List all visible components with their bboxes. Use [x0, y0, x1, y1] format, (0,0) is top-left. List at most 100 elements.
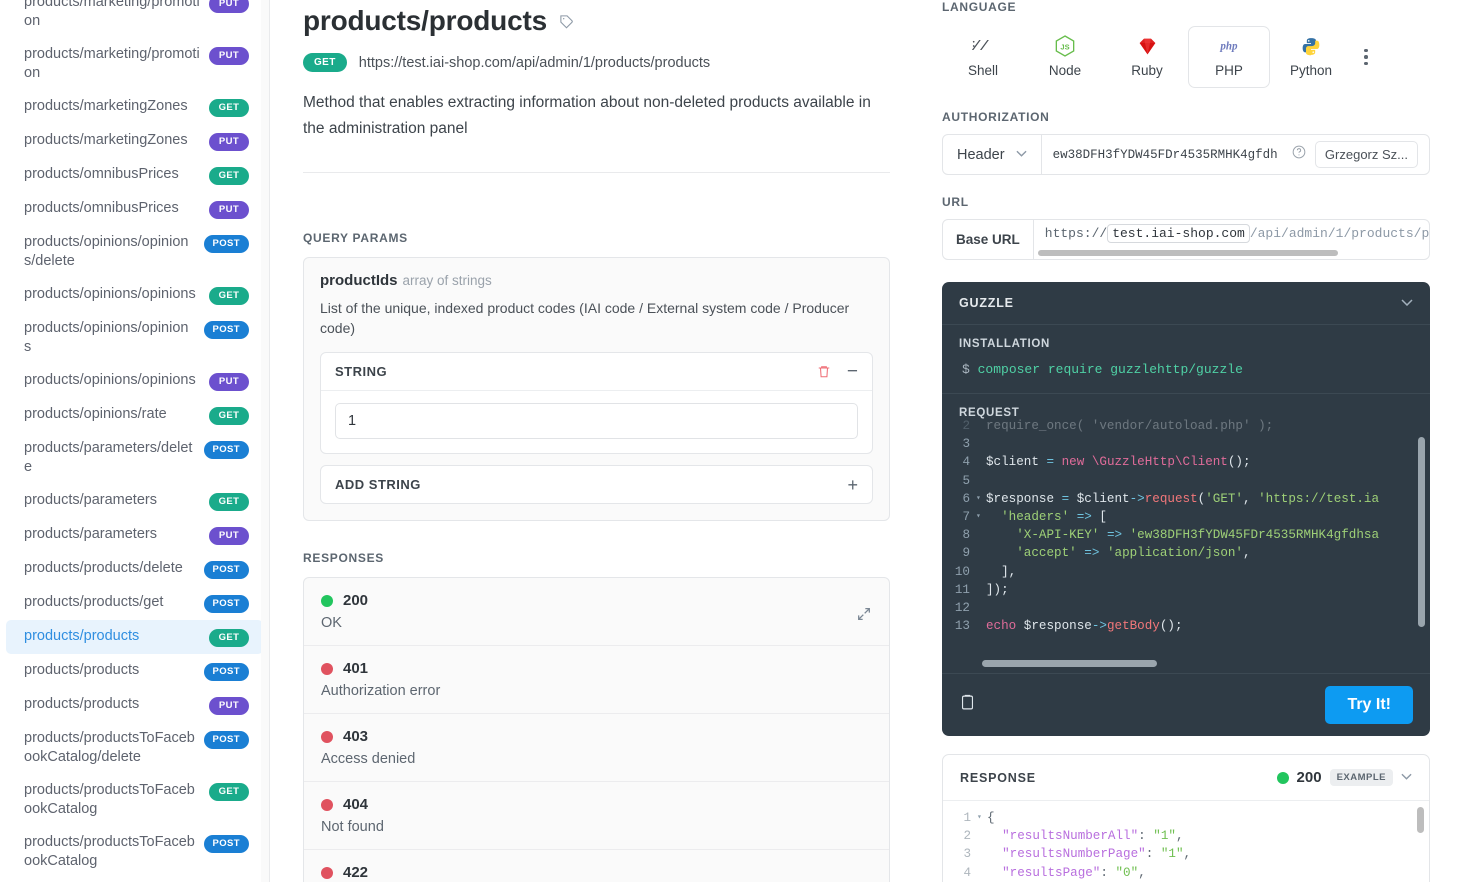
language-option-python[interactable]: Python	[1270, 26, 1352, 88]
code-horizontal-scrollbar[interactable]	[982, 660, 1157, 667]
sidebar-item[interactable]: products/marketingZones PUT	[6, 124, 263, 158]
sidebar-item-method-badge: POST	[203, 441, 249, 459]
code-token: "1"	[1160, 847, 1184, 862]
sidebar-item[interactable]: products/productsToPromotion/deletePOST	[6, 878, 263, 882]
endpoint-url: https://test.iai-shop.com/api/admin/1/pr…	[358, 54, 711, 71]
language-option-ruby[interactable]: Ruby	[1106, 26, 1188, 88]
fold-toggle-icon[interactable]	[976, 526, 986, 544]
sidebar-item[interactable]: products/products/delete POST	[6, 552, 263, 586]
auth-type-select[interactable]: Header	[943, 135, 1042, 174]
sidebar-item[interactable]: products/marketing/promotion PUT	[6, 38, 263, 90]
url-section: URL Base URL https://test.iai-shop.com/a…	[942, 195, 1430, 260]
auth-user-chip[interactable]: Grzegorz Sz...	[1314, 141, 1418, 168]
url-host-chip[interactable]: test.iai-shop.com	[1107, 224, 1250, 243]
code-line-source: 'accept' => 'application/json',	[986, 544, 1430, 562]
fold-toggle-icon[interactable]	[976, 472, 986, 490]
sidebar-item[interactable]: products/marketing/promotion PUT	[6, 0, 263, 38]
request-code-block[interactable]: 2 require_once( 'vendor/autoload.php' ); 3…	[942, 419, 1430, 673]
line-number: 3	[963, 847, 971, 862]
fold-toggle-icon[interactable]	[976, 419, 986, 435]
sidebar-item[interactable]: products/opinions/rate GET	[6, 398, 263, 432]
installation-label: INSTALLATION	[959, 338, 1051, 350]
code-token: request	[1144, 491, 1198, 506]
fold-toggle-icon[interactable]	[977, 827, 987, 845]
code-panel-header[interactable]: GUZZLE	[942, 282, 1430, 325]
sidebar-item[interactable]: products/parameters/delete POST	[6, 432, 263, 484]
chevron-down-icon[interactable]	[1401, 772, 1412, 783]
try-it-button[interactable]: Try It!	[1325, 686, 1413, 724]
sidebar-item[interactable]: products/productsToFacebookCatalog POST	[6, 826, 263, 878]
php-icon: php	[1212, 35, 1246, 57]
code-token: :	[1145, 847, 1161, 862]
fold-toggle-icon[interactable]	[976, 544, 986, 562]
response-row[interactable]: 403 Access denied	[304, 714, 889, 782]
sidebar-item[interactable]: products/omnibusPrices PUT	[6, 192, 263, 226]
language-option-php[interactable]: php PHP	[1188, 26, 1270, 88]
sidebar-item-label: products/products/get	[24, 594, 164, 610]
sidebar-item[interactable]: products/opinions/opinions/delete POST	[6, 226, 263, 278]
chevron-down-icon[interactable]	[1401, 297, 1413, 309]
sidebar-item[interactable]: products/opinions/opinions POST	[6, 312, 263, 364]
question-circle-icon[interactable]	[1292, 145, 1306, 164]
fold-toggle-icon[interactable]	[976, 563, 986, 581]
sidebar-scrollbar-track[interactable]	[261, 0, 269, 882]
response-row[interactable]: 200 OK	[304, 578, 889, 646]
sidebar-item[interactable]: products/productsToFacebookCatalog GET	[6, 774, 263, 826]
sidebar-item-label: products/opinions/rate	[24, 406, 167, 422]
language-option-label: Python	[1289, 63, 1333, 78]
code-token: ();	[1159, 619, 1183, 634]
code-vertical-scrollbar[interactable]	[1418, 437, 1425, 627]
fold-toggle-icon[interactable]	[976, 435, 986, 453]
sidebar-item[interactable]: products/productsToFacebookCatalog/delet…	[6, 722, 263, 774]
fold-toggle-icon[interactable]	[977, 864, 987, 882]
kebab-menu-icon[interactable]	[1364, 48, 1368, 66]
sidebar-item[interactable]: products/parameters GET	[6, 484, 263, 518]
clipboard-icon[interactable]	[959, 693, 976, 717]
response-row[interactable]: 422Invalid data format	[304, 850, 889, 882]
auth-key-input[interactable]: ew38DFH3fYDW45FDr4535RMHK4gfdh	[1053, 148, 1283, 162]
sidebar-item[interactable]: products/marketingZones GET	[6, 90, 263, 124]
fold-toggle-icon[interactable]	[976, 599, 986, 617]
url-scrollbar-thumb[interactable]	[1037, 250, 1338, 256]
fold-toggle-icon[interactable]: ▾	[976, 490, 986, 508]
response-body-code[interactable]: 1 ▾{2 "resultsNumberAll": "1", 3 "resultsN…	[943, 801, 1429, 882]
sidebar-item-method-badge: POST	[203, 321, 249, 339]
sidebar-item[interactable]: products/opinions/opinions GET	[6, 278, 263, 312]
string-value-input[interactable]	[335, 403, 858, 439]
response-row[interactable]: 401 Authorization error	[304, 646, 889, 714]
sidebar-item[interactable]: products/opinions/opinions PUT	[6, 364, 263, 398]
language-option-node[interactable]: JS Node	[1024, 26, 1106, 88]
string-entry-header: STRING −	[321, 353, 872, 391]
fold-toggle-icon[interactable]	[976, 581, 986, 599]
response-status-text: Access denied	[321, 751, 416, 767]
sidebar-item[interactable]: products/products GET	[6, 620, 263, 654]
response-code: 404	[321, 796, 872, 813]
fold-toggle-icon[interactable]	[977, 845, 987, 863]
param-description: List of the unique, indexed product code…	[320, 300, 850, 336]
sidebar-item[interactable]: products/products POST	[6, 654, 263, 688]
sidebar-item[interactable]: products/products PUT	[6, 688, 263, 722]
add-string-button[interactable]: ADD STRING +	[320, 465, 873, 504]
code-token: 'application/json'	[1106, 546, 1243, 561]
sidebar-item-label: products/marketingZones	[24, 132, 188, 148]
collapse-icon[interactable]: −	[847, 362, 858, 381]
expand-icon[interactable]	[856, 606, 872, 627]
response-status-area[interactable]: 200 EXAMPLE	[1276, 769, 1412, 786]
url-value-area[interactable]: https://test.iai-shop.com/api/admin/1/pr…	[1034, 220, 1429, 259]
language-option-shell[interactable]: // Shell	[942, 26, 1024, 88]
fold-toggle-icon[interactable]	[976, 453, 986, 471]
code-line-source: "resultsNumberAll": "1",	[987, 827, 1429, 845]
fold-toggle-icon[interactable]: ▾	[976, 508, 986, 526]
sidebar-item[interactable]: products/parameters PUT	[6, 518, 263, 552]
line-number: 2	[962, 419, 970, 433]
delete-icon[interactable]	[817, 364, 831, 379]
response-row[interactable]: 404 Not found	[304, 782, 889, 850]
fold-toggle-icon[interactable]	[976, 617, 986, 635]
sidebar-item[interactable]: products/omnibusPrices GET	[6, 158, 263, 192]
fold-toggle-icon[interactable]: ▾	[977, 809, 987, 827]
param-type: array of strings	[402, 273, 492, 288]
response-scrollbar-thumb[interactable]	[1417, 807, 1424, 833]
sidebar-item[interactable]: products/products/get POST	[6, 586, 263, 620]
auth-value-area: ew38DFH3fYDW45FDr4535RMHK4gfdh Grzegorz …	[1042, 135, 1429, 174]
tag-icon[interactable]	[559, 14, 574, 29]
